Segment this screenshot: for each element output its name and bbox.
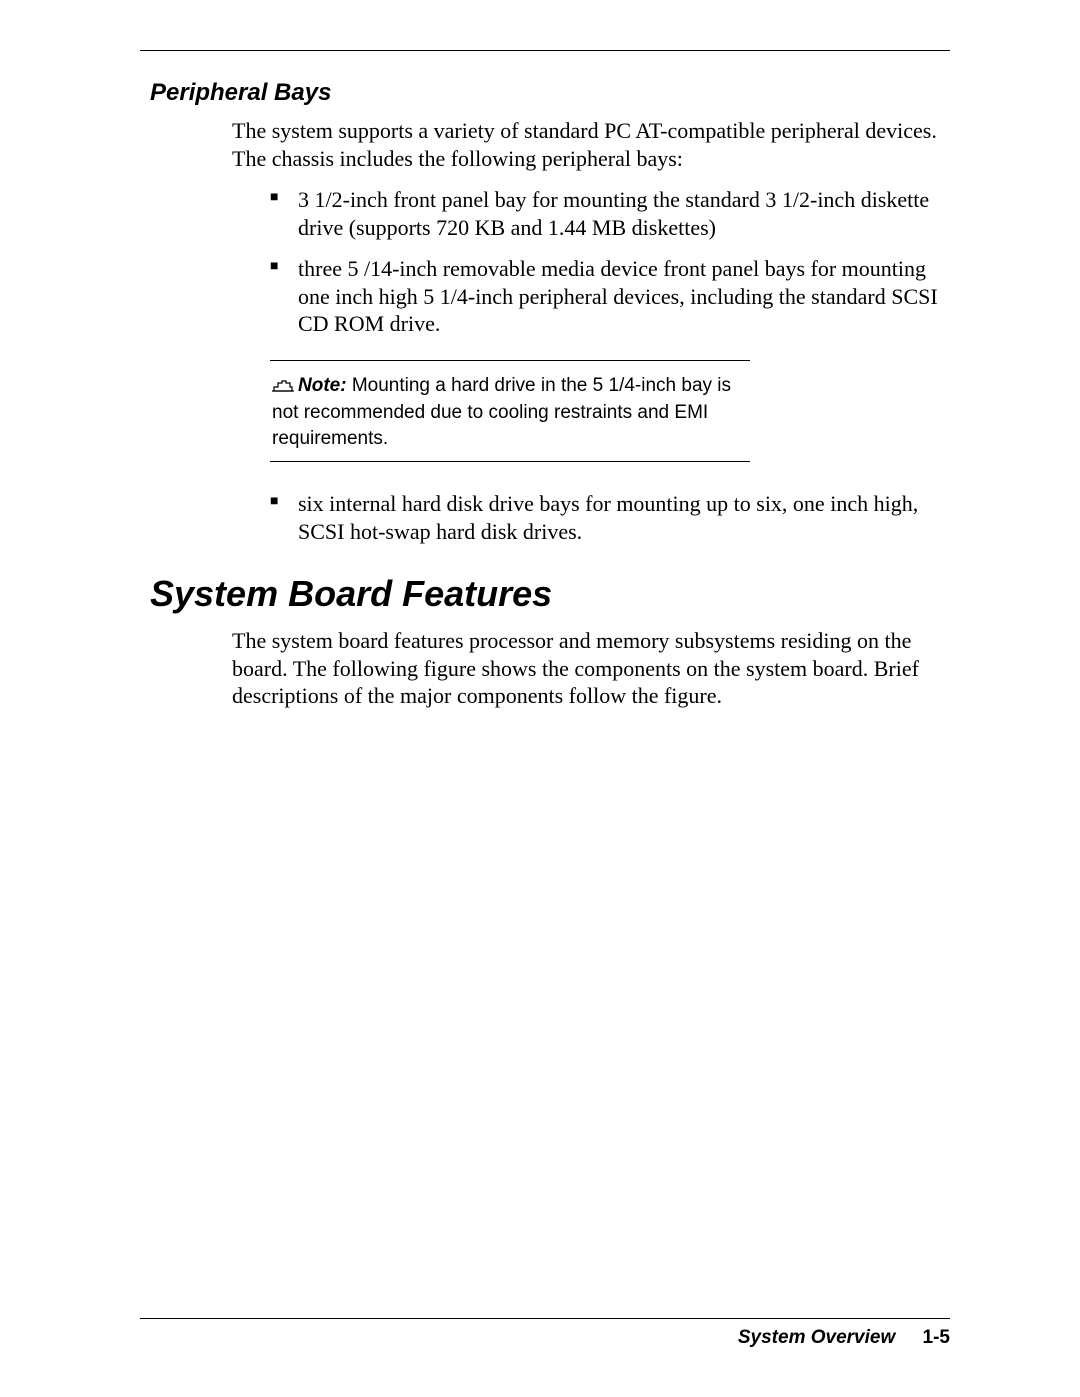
main-paragraph: The system board features processor and …: [232, 627, 950, 710]
bullet-list-1: 3 1/2-inch front panel bay for mounting …: [270, 186, 950, 338]
note-hand-icon: [272, 375, 294, 401]
note-box: Note: Mounting a hard drive in the 5 1/4…: [270, 360, 750, 463]
top-rule: [140, 50, 950, 51]
intro-paragraph: The system supports a variety of standar…: [232, 117, 950, 172]
list-item: 3 1/2-inch front panel bay for mounting …: [270, 186, 950, 241]
bottom-rule: [140, 1318, 950, 1319]
list-item: three 5 /14-inch removable media device …: [270, 255, 950, 338]
subheading-peripheral-bays: Peripheral Bays: [150, 79, 950, 107]
footer-section-title: System Overview: [738, 1327, 895, 1348]
note-label: Note:: [298, 375, 347, 396]
list-item: six internal hard disk drive bays for mo…: [270, 490, 950, 545]
bullet-list-2: six internal hard disk drive bays for mo…: [270, 490, 950, 545]
heading-system-board-features: System Board Features: [150, 573, 950, 615]
page-footer: System Overview 1-5: [140, 1318, 950, 1349]
footer-page-number: 1-5: [923, 1327, 950, 1348]
